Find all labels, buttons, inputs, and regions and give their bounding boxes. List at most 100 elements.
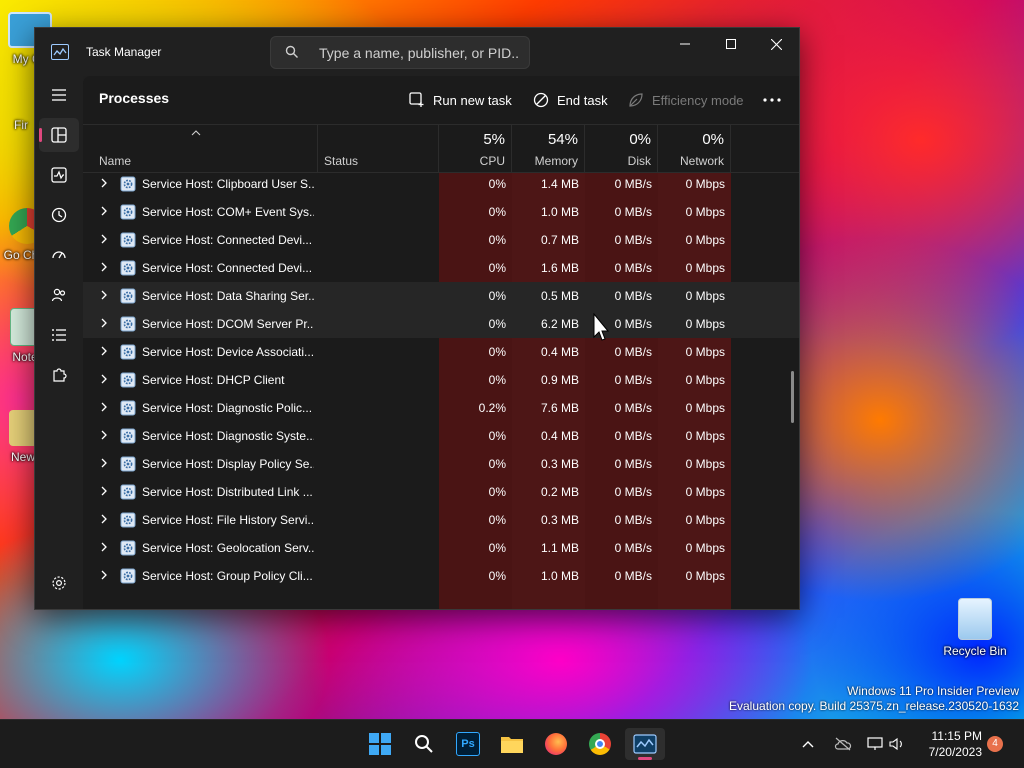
- nav-hamburger[interactable]: [39, 78, 79, 112]
- process-row[interactable]: Service Host: Diagnostic Syste... 0% 0.4 M…: [83, 422, 799, 450]
- process-row[interactable]: Service Host: Distributed Link ... 0% 0.2 …: [83, 478, 799, 506]
- process-network: 0 Mbps: [685, 569, 725, 583]
- nav-startup-apps[interactable]: [39, 238, 79, 272]
- process-row[interactable]: Service Host: Diagnostic Polic... 0.2% 7.6…: [83, 394, 799, 422]
- chevron-right-icon[interactable]: [100, 346, 108, 356]
- taskbar-photoshop[interactable]: Ps: [448, 728, 488, 760]
- process-row[interactable]: Service Host: COM+ Event Sys... 0% 1.0 MB 0…: [83, 198, 799, 226]
- chevron-right-icon[interactable]: [100, 542, 108, 552]
- column-name[interactable]: Name: [83, 124, 318, 172]
- column-network[interactable]: 0% Network: [658, 124, 731, 172]
- nav-services[interactable]: [39, 358, 79, 392]
- process-name: Service Host: File History Servi...: [142, 513, 314, 527]
- show-hidden-icons-button[interactable]: [793, 728, 823, 760]
- process-row[interactable]: Service Host: Data Sharing Ser... 0% 0.5 M…: [83, 282, 799, 310]
- process-row[interactable]: Service Host: Device Associati... 0% 0.4 M…: [83, 338, 799, 366]
- desktop-icon-recycle-bin[interactable]: Recycle Bin: [940, 598, 1010, 658]
- recycle-bin-icon: [958, 598, 992, 640]
- chevron-right-icon[interactable]: [100, 430, 108, 440]
- taskbar-firefox[interactable]: [536, 728, 576, 760]
- nav-performance[interactable]: [39, 158, 79, 192]
- nav-app-history[interactable]: [39, 198, 79, 232]
- process-row[interactable]: Service Host: Clipboard User S... 0% 1.4 M…: [83, 173, 799, 198]
- minimize-button[interactable]: [662, 28, 708, 60]
- process-memory: 0.5 MB: [540, 289, 579, 303]
- column-status[interactable]: Status: [318, 124, 439, 172]
- maximize-button[interactable]: [708, 28, 754, 60]
- taskbar-search-button[interactable]: [404, 728, 444, 760]
- service-gear-icon: [120, 456, 136, 472]
- nav-details[interactable]: [39, 318, 79, 352]
- chevron-right-icon[interactable]: [100, 234, 108, 244]
- search-box[interactable]: [270, 36, 530, 69]
- search-icon: [415, 735, 433, 753]
- chevron-right-icon[interactable]: [100, 458, 108, 468]
- service-gear-icon: [120, 428, 136, 444]
- process-network: 0 Mbps: [685, 317, 725, 331]
- process-name: Service Host: Diagnostic Polic...: [142, 401, 313, 415]
- column-disk-label: Disk: [627, 154, 651, 168]
- nav-users[interactable]: [39, 278, 79, 312]
- tray-network-off[interactable]: [828, 728, 858, 760]
- taskbar-task-manager[interactable]: [625, 728, 665, 760]
- notification-badge[interactable]: 4: [987, 736, 1003, 752]
- process-name: Service Host: Connected Devi...: [142, 233, 313, 247]
- firefox-icon: [545, 733, 567, 755]
- service-gear-icon: [120, 344, 136, 360]
- nav-processes[interactable]: [39, 118, 79, 152]
- chevron-right-icon[interactable]: [100, 514, 108, 524]
- service-gear-icon: [120, 568, 136, 584]
- process-row[interactable]: Service Host: Connected Devi... 0% 1.6 MB 0…: [83, 254, 799, 282]
- chevron-right-icon[interactable]: [100, 206, 108, 216]
- system-clock[interactable]: 11:15 PM 7/20/2023: [929, 728, 982, 760]
- column-memory[interactable]: 54% Memory: [512, 124, 585, 172]
- process-row[interactable]: Service Host: Group Policy Cli... 0% 1.0 M…: [83, 562, 799, 590]
- process-disk: 0 MB/s: [614, 485, 652, 499]
- start-button[interactable]: [360, 728, 400, 760]
- close-button[interactable]: [753, 28, 799, 60]
- vertical-scrollbar[interactable]: [791, 371, 794, 423]
- chevron-right-icon[interactable]: [100, 486, 108, 496]
- end-task-icon: [533, 92, 549, 108]
- run-new-task-button[interactable]: Run new task: [409, 85, 512, 115]
- process-cpu: 0.2%: [478, 401, 506, 415]
- process-row[interactable]: Service Host: Connected Devi... 0% 0.7 MB 0…: [83, 226, 799, 254]
- memory-total: 54%: [547, 131, 578, 148]
- process-row[interactable]: Service Host: DCOM Server Pr... 0% 6.2 MB 0…: [83, 310, 799, 338]
- history-icon: [51, 207, 67, 223]
- chevron-right-icon[interactable]: [100, 374, 108, 384]
- process-row[interactable]: Service Host: File History Servi... 0% 0.3…: [83, 506, 799, 534]
- process-row[interactable]: Service Host: DHCP Client 0% 0.9 MB 0 MB/s 0…: [83, 366, 799, 394]
- processes-page: Processes Run new task End task Efficien…: [83, 76, 799, 609]
- performance-icon: [51, 167, 67, 183]
- process-cpu: 0%: [488, 177, 506, 191]
- column-header-row: Name Status 5% CPU 54% Memory 0% Disk 0%…: [83, 124, 799, 173]
- end-task-button[interactable]: End task: [533, 85, 608, 115]
- taskbar-file-explorer[interactable]: [492, 728, 532, 760]
- chevron-right-icon[interactable]: [100, 290, 108, 300]
- process-name: Service Host: DHCP Client: [142, 373, 285, 387]
- chevron-right-icon[interactable]: [100, 318, 108, 328]
- taskbar-chrome[interactable]: [580, 728, 620, 760]
- chevron-right-icon[interactable]: [100, 178, 108, 188]
- column-cpu[interactable]: 5% CPU: [439, 124, 512, 172]
- process-disk: 0 MB/s: [614, 457, 652, 471]
- process-cpu: 0%: [488, 513, 506, 527]
- efficiency-mode-button[interactable]: Efficiency mode: [628, 85, 744, 115]
- process-network: 0 Mbps: [685, 205, 725, 219]
- chevron-right-icon[interactable]: [100, 262, 108, 272]
- process-network: 0 Mbps: [685, 345, 725, 359]
- nav-settings[interactable]: [39, 566, 79, 600]
- process-memory: 0.9 MB: [540, 373, 579, 387]
- title-bar[interactable]: Task Manager: [35, 28, 799, 76]
- process-row[interactable]: Service Host: Geolocation Serv... 0% 1.1 M…: [83, 534, 799, 562]
- taskbar: Ps 11:15 PM 7/20/2023 4: [0, 719, 1024, 768]
- chevron-right-icon[interactable]: [100, 570, 108, 580]
- chevron-right-icon[interactable]: [100, 402, 108, 412]
- cloud-off-icon: [834, 737, 852, 751]
- tray-network-speaker[interactable]: [862, 728, 910, 760]
- search-input[interactable]: [317, 43, 521, 63]
- column-disk[interactable]: 0% Disk: [585, 124, 658, 172]
- process-row[interactable]: Service Host: Display Policy Se... 0% 0.3 …: [83, 450, 799, 478]
- more-options-button[interactable]: [763, 85, 781, 115]
